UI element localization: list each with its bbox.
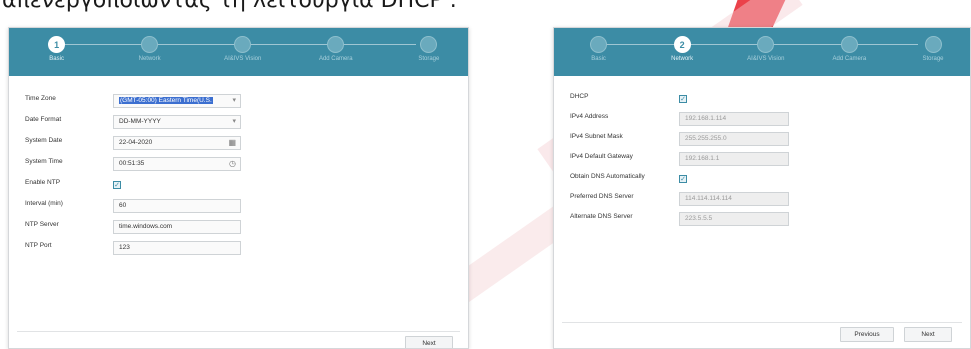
chevron-down-icon: ▾ [232,118,236,125]
step-network[interactable]: 2 Network [642,36,722,62]
preferred-dns-label: Preferred DNS Server [570,193,634,200]
step-basic[interactable]: Basic [559,36,639,62]
obtain-dns-checkbox[interactable]: ✓ [679,175,687,183]
wizard-stepper: 1 Basic Network AI&IVS Vision Add Camera [27,36,450,72]
step-label: AI&IVS Vision [224,56,262,62]
ntp-port-label: NTP Port [25,242,52,249]
system-time-label: System Time [25,158,63,165]
step-circle [757,36,775,53]
preferred-dns-value: 114.114.114.114 [685,195,732,202]
time-zone-value: (GMT-05:00) Eastern Time(U.S. [119,97,213,104]
step-circle [590,36,608,53]
step-storage[interactable]: Storage [389,36,468,62]
date-format-select[interactable]: DD-MM-YYYY ▾ [113,115,241,129]
step-label: Network [671,56,694,62]
ipv4-address-label: IPv4 Address [570,113,609,120]
ipv4-subnet-input[interactable]: 255.255.255.0 [679,132,789,146]
step-label: Storage [418,56,440,62]
interval-label: Interval (min) [25,200,63,207]
interval-input[interactable]: 60 [113,199,241,213]
step-circle: 1 [48,36,66,53]
preferred-dns-input[interactable]: 114.114.114.114 [679,192,789,206]
system-date-label: System Date [25,137,63,144]
step-circle [924,36,942,53]
ipv4-gateway-input[interactable]: 192.168.1.1 [679,152,789,166]
step-circle: 2 [673,36,691,53]
step-circle [327,36,345,53]
next-button[interactable]: Next [904,327,952,342]
step-storage[interactable]: Storage [893,36,970,62]
step-label: Storage [922,56,944,62]
ipv4-subnet-label: IPv4 Subnet Mask [570,133,623,140]
ipv4-gateway-label: IPv4 Default Gateway [570,153,633,160]
dhcp-label: DHCP [570,93,589,100]
step-basic[interactable]: 1 Basic [17,36,97,62]
alternate-dns-label: Alternate DNS Server [570,213,633,220]
caption-text: απενεργοποιώντας τη λειτουργία DHCP . [2,0,457,13]
system-date-value: 22-04-2020 [119,139,153,146]
step-circle [234,36,252,53]
screenshot-page: απενεργοποιώντας τη λειτουργία DHCP . 1 … [0,0,971,349]
calendar-icon[interactable]: ▦ [228,137,236,149]
obtain-dns-label: Obtain DNS Automatically [570,173,645,180]
previous-button[interactable]: Previous [840,327,894,342]
wizard-header: 1 Basic Network AI&IVS Vision Add Camera [9,28,468,76]
alternate-dns-input[interactable]: 223.5.5.5 [679,212,789,226]
enable-ntp-checkbox[interactable]: ✓ [113,181,121,189]
step-network[interactable]: Network [110,36,190,62]
next-button[interactable]: Next [405,336,453,348]
dhcp-checkbox[interactable]: ✓ [679,95,687,103]
step-label: Add Camera [832,56,867,62]
step-label: Add Camera [318,56,353,62]
system-time-value: 00:51:35 [119,160,145,167]
ntp-port-input[interactable]: 123 [113,241,241,255]
step-circle [840,36,858,53]
alternate-dns-value: 223.5.5.5 [685,215,713,222]
clock-icon[interactable]: ◷ [229,158,236,170]
footer-divider [17,331,460,332]
system-time-field[interactable]: 00:51:35 ◷ [113,157,241,171]
ipv4-address-value: 192.168.1.114 [685,115,727,122]
network-settings-panel: Basic 2 Network AI&IVS Vision Add Camera… [553,27,971,349]
interval-value: 60 [119,202,127,209]
step-circle [420,36,438,53]
ipv4-gateway-value: 192.168.1.1 [685,155,720,162]
wizard-header: Basic 2 Network AI&IVS Vision Add Camera… [554,28,970,76]
chevron-down-icon: ▾ [232,97,236,104]
step-circle [141,36,159,53]
ipv4-address-input[interactable]: 192.168.1.114 [679,112,789,126]
date-format-label: Date Format [25,116,62,123]
ntp-port-value: 123 [119,244,130,251]
system-date-field[interactable]: 22-04-2020 ▦ [113,136,241,150]
step-ai-vision[interactable]: AI&IVS Vision [726,36,806,62]
ntp-server-value: time.windows.com [119,223,173,230]
step-label: Network [138,56,161,62]
step-ai-vision[interactable]: AI&IVS Vision [203,36,283,62]
ntp-server-input[interactable]: time.windows.com [113,220,241,234]
ntp-server-label: NTP Server [25,221,59,228]
time-zone-select[interactable]: (GMT-05:00) Eastern Time(U.S. ▾ [113,94,241,108]
enable-ntp-label: Enable NTP [25,179,61,186]
time-zone-label: Time Zone [25,95,56,102]
step-label: AI&IVS Vision [747,56,785,62]
basic-settings-panel: 1 Basic Network AI&IVS Vision Add Camera [8,27,469,349]
date-format-value: DD-MM-YYYY [119,118,161,125]
step-add-camera[interactable]: Add Camera [296,36,376,62]
footer-divider [562,322,962,323]
step-label: Basic [49,56,64,62]
wizard-stepper: Basic 2 Network AI&IVS Vision Add Camera… [572,36,952,72]
step-add-camera[interactable]: Add Camera [809,36,889,62]
step-label: Basic [591,56,606,62]
ipv4-subnet-value: 255.255.255.0 [685,135,727,142]
